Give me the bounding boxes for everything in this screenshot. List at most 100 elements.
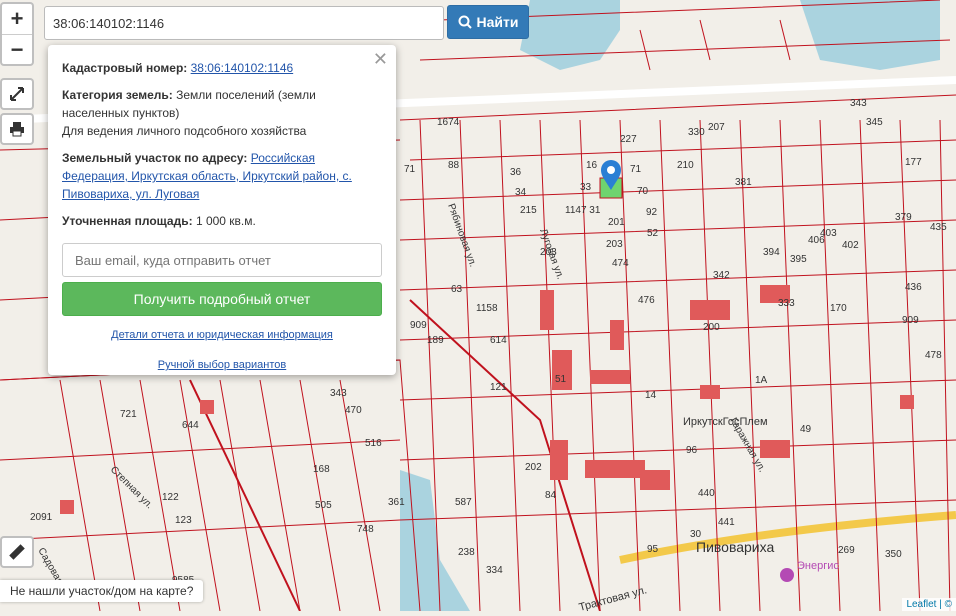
svg-text:215: 215 [520,205,537,216]
svg-text:16: 16 [586,160,598,171]
svg-text:177: 177 [905,157,922,168]
svg-text:721: 721 [120,409,137,420]
manual-select-link[interactable]: Ручной выбор вариантов [158,359,286,371]
svg-text:478: 478 [925,350,942,361]
svg-text:Энергис: Энергис [797,560,839,572]
svg-text:436: 436 [905,282,922,293]
svg-text:343: 343 [850,98,867,109]
svg-text:395: 395 [790,254,807,265]
svg-text:71: 71 [404,164,416,175]
ruler-icon [9,544,25,560]
svg-text:84: 84 [545,490,557,501]
search-button-label: Найти [476,14,519,30]
water-area [800,0,940,70]
svg-text:342: 342 [713,270,730,281]
cadastral-row: Кадастровый номер: 38:06:140102:1146 [62,59,382,77]
printer-icon [10,122,24,137]
svg-text:402: 402 [842,240,859,251]
print-button[interactable] [0,113,34,145]
svg-text:122: 122 [162,492,179,503]
svg-text:587: 587 [455,497,472,508]
ruler-button[interactable] [0,536,34,568]
area-row: Уточненная площадь: 1 000 кв.м. [62,212,382,230]
cadastral-search-input[interactable] [44,6,444,40]
svg-text:95: 95 [647,544,659,555]
svg-text:51: 51 [555,374,567,385]
svg-text:379: 379 [895,212,912,223]
svg-text:441: 441 [718,517,735,528]
cadastral-label: Кадастровый номер: [62,61,188,75]
svg-text:345: 345 [866,117,883,128]
svg-text:121: 121 [490,382,507,393]
svg-text:168: 168 [313,464,330,475]
details-link[interactable]: Детали отчета и юридическая информация [111,329,333,341]
svg-text:49: 49 [800,424,812,435]
category-label: Категория земель: [62,88,173,102]
svg-text:334: 334 [486,565,503,576]
svg-text:52: 52 [647,228,659,239]
svg-text:170: 170 [830,303,847,314]
svg-text:394: 394 [763,247,780,258]
svg-text:92: 92 [646,207,658,218]
attribution: Leaflet | © [902,598,956,611]
zoom-in-button[interactable]: + [2,4,32,35]
email-field[interactable] [62,243,382,277]
svg-text:909: 909 [410,320,427,331]
fullscreen-button[interactable] [0,78,34,110]
svg-text:200: 200 [703,322,720,333]
svg-text:1A: 1A [755,375,768,386]
svg-text:210: 210 [677,160,694,171]
svg-text:227: 227 [620,134,637,145]
leaflet-link[interactable]: Leaflet [906,599,936,610]
svg-text:269: 269 [838,545,855,556]
svg-text:361: 361 [388,497,405,508]
svg-text:516: 516 [365,438,382,449]
category-row: Категория земель: Земли поселений (земли… [62,86,382,140]
svg-text:207: 207 [708,122,725,133]
search-icon [458,15,472,29]
svg-text:343: 343 [330,388,347,399]
svg-text:189: 189 [427,335,444,346]
zoom-out-button[interactable]: − [2,35,32,65]
area-label: Уточненная площадь: [62,214,193,228]
svg-text:70: 70 [637,186,649,197]
svg-text:1158: 1158 [476,303,498,314]
parcel-info-popup: ✕ Кадастровый номер: 38:06:140102:1146 К… [48,45,396,375]
svg-text:202: 202 [525,462,542,473]
svg-text:474: 474 [612,258,629,269]
svg-text:1674: 1674 [437,117,460,128]
svg-text:14: 14 [645,390,657,401]
area-value: 1 000 кв.м. [195,214,256,228]
svg-text:333: 333 [778,298,795,309]
svg-text:330: 330 [688,127,705,138]
svg-text:96: 96 [686,445,698,456]
search-button[interactable]: Найти [447,5,529,39]
address-label: Земельный участок по адресу: [62,151,248,165]
zoom-control: + − [0,2,34,66]
cadastral-link[interactable]: 38:06:140102:1146 [191,61,294,75]
svg-text:406: 406 [808,235,825,246]
svg-text:381: 381 [735,177,752,188]
svg-text:748: 748 [357,524,374,535]
svg-text:123: 123 [175,515,192,526]
close-icon[interactable]: ✕ [373,50,388,68]
svg-text:476: 476 [638,295,655,306]
poi-label: ИркутскГосПлем [683,416,768,428]
svg-text:203: 203 [606,239,623,250]
svg-text:470: 470 [345,405,362,416]
attribution-rest: | © [936,599,952,610]
svg-text:505: 505 [315,500,332,511]
svg-text:201: 201 [608,217,625,228]
get-report-button[interactable]: Получить подробный отчет [62,282,382,316]
svg-text:909: 909 [902,315,919,326]
svg-text:36: 36 [510,167,522,178]
use-value: Для ведения личного подсобного хозяйства [62,124,307,138]
svg-text:440: 440 [698,488,715,499]
svg-text:34: 34 [515,187,527,198]
svg-text:63: 63 [451,284,463,295]
not-found-button[interactable]: Не нашли участок/дом на карте? [0,580,204,602]
svg-text:1147 31: 1147 31 [565,205,601,216]
svg-text:350: 350 [885,549,902,560]
svg-text:435: 435 [930,222,947,233]
svg-text:238: 238 [458,547,475,558]
